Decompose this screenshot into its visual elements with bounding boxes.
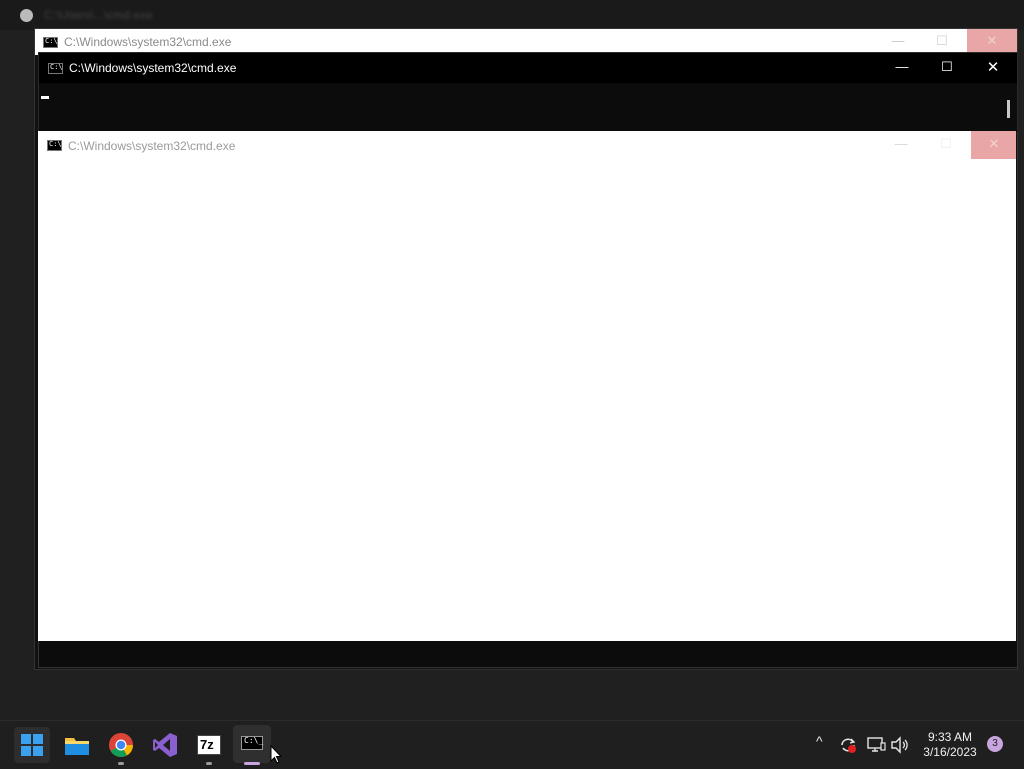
cmd-window-active-titlebar[interactable]: C:\Windows\system32\cmd.exe — ☐ ✕ (39, 53, 1017, 83)
7zip-running-indicator (206, 762, 212, 765)
7zip-label: 7z (200, 737, 214, 752)
desktop: C:\Users\...\cmd.exe C:\Windows\system32… (0, 0, 1024, 720)
close-icon: ✕ (986, 33, 998, 48)
maximize-button[interactable]: ☐ (927, 33, 957, 49)
cmd-icon-label: C:\_ (244, 736, 264, 745)
cmd-icon (43, 37, 58, 48)
close-button[interactable]: ✕ (971, 131, 1016, 159)
cmd-window-active-title: C:\Windows\system32\cmd.exe (69, 61, 237, 75)
cmd-window-front-title: C:\Windows\system32\cmd.exe (68, 139, 236, 153)
scrollbar-thumb[interactable] (1007, 100, 1010, 118)
minimize-button[interactable]: — (886, 136, 916, 151)
cmd-window-active[interactable]: C:\Windows\system32\cmd.exe — ☐ ✕ (38, 52, 1018, 134)
chevron-up-icon: ^ (816, 733, 823, 749)
maximize-button[interactable]: ☐ (932, 59, 962, 75)
chrome-icon (109, 733, 133, 758)
clock[interactable]: 9:33 AM 3/16/2023 (912, 730, 988, 760)
volume-icon[interactable] (890, 735, 910, 755)
visual-studio-button[interactable] (151, 731, 179, 759)
app-logo-icon (20, 9, 33, 22)
close-icon: ✕ (988, 136, 1000, 151)
background-app-titlebar: C:\Users\...\cmd.exe (0, 0, 1024, 30)
cmd-icon (47, 140, 62, 151)
text-cursor (41, 96, 49, 99)
cmd-taskbar-button[interactable]: C:\_ (233, 725, 271, 763)
cmd-window-front[interactable]: C:\Windows\system32\cmd.exe — ☐ ✕ (38, 131, 1016, 641)
minimize-button[interactable]: — (887, 59, 917, 74)
7zip-button[interactable]: 7z (195, 731, 223, 759)
network-icon[interactable] (866, 735, 886, 755)
start-button[interactable] (14, 727, 50, 763)
visual-studio-icon (153, 733, 177, 757)
cmd-icon: C:\_ (241, 736, 263, 750)
folder-icon (65, 738, 89, 755)
chrome-running-indicator (118, 762, 124, 765)
file-explorer-button[interactable] (63, 731, 91, 759)
show-hidden-icons-button[interactable]: ^ (816, 733, 823, 749)
close-button[interactable]: ✕ (978, 58, 1008, 76)
cmd-window-back-title: C:\Windows\system32\cmd.exe (64, 35, 232, 49)
7zip-icon: 7z (197, 735, 221, 755)
sync-icon[interactable] (838, 735, 858, 755)
chrome-button[interactable] (107, 731, 135, 759)
clock-date: 3/16/2023 (923, 745, 977, 759)
clock-time: 9:33 AM (927, 730, 973, 744)
background-app-title: C:\Users\...\cmd.exe (44, 8, 153, 22)
maximize-button[interactable]: ☐ (931, 136, 961, 152)
taskbar: 7z C:\_ ^ 9:33 AM 3/16/2023 (0, 720, 1024, 769)
notification-badge[interactable]: 3 (987, 736, 1003, 752)
windows-logo-icon (21, 734, 43, 756)
mouse-pointer-icon (270, 745, 282, 764)
minimize-button[interactable]: — (883, 33, 913, 48)
cmd-active-indicator (244, 762, 260, 765)
cmd-icon (48, 63, 63, 74)
cmd-window-back-body (38, 641, 1018, 668)
